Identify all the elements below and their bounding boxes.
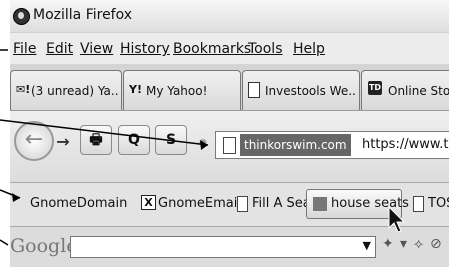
forward-arrow-icon: →: [56, 132, 70, 151]
bookmark-gnomedomain[interactable]: GnomeDomain: [30, 196, 127, 211]
tab-investools[interactable]: Investools We...: [242, 70, 360, 110]
bookmark-gnomeemail[interactable]: GnomeEmail: [158, 196, 241, 211]
site-identity-button[interactable]: thinkorswim.com: [240, 134, 351, 156]
yahoo-icon: Y!: [129, 83, 142, 96]
navigation-toolbar: ← → 🖶 Q S ✹ thinkorswim.com https://www.…: [10, 110, 449, 183]
menu-file[interactable]: File: [13, 41, 36, 57]
document-icon: [413, 196, 424, 212]
firefox-window: Mozilla Firefox File Edit View History B…: [10, 0, 449, 267]
back-arrow-icon: ←: [24, 127, 44, 152]
search-button[interactable]: Q: [118, 125, 150, 155]
menu-tools[interactable]: Tools: [248, 41, 283, 57]
s-icon: S: [165, 132, 177, 148]
back-button[interactable]: ←: [14, 121, 54, 161]
url-bar[interactable]: thinkorswim.com https://www.think: [215, 131, 449, 159]
sparkle-icon[interactable]: ✦: [382, 236, 394, 252]
document-icon: [248, 82, 260, 98]
stumble-button[interactable]: S: [155, 125, 187, 155]
dropdown-icon[interactable]: ▾: [400, 236, 407, 252]
x-box-icon: X: [141, 195, 156, 210]
window-title: Mozilla Firefox: [33, 7, 133, 23]
diamond-icon[interactable]: ⟡: [414, 236, 423, 252]
house-icon: [313, 197, 327, 211]
firefox-icon: [13, 8, 30, 25]
google-toolbar: Google ▼ ✦ ▾ ⟡ ⊘: [10, 226, 449, 267]
menu-edit[interactable]: Edit: [46, 41, 73, 57]
bookmark-tos[interactable]: TOS: [428, 196, 449, 211]
tab-online-stock[interactable]: TD Online Stoc: [361, 70, 449, 110]
menu-view[interactable]: View: [80, 41, 113, 57]
loading-icon: ✹: [198, 136, 209, 150]
title-bar: Mozilla Firefox: [10, 0, 449, 32]
url-text: https://www.think: [362, 137, 449, 152]
block-icon[interactable]: ⊘: [430, 236, 442, 252]
search-icon: Q: [128, 132, 140, 148]
tab-label: My Yahoo!: [146, 84, 208, 98]
tab-yahoo-mail[interactable]: ✉! (3 unread) Ya...: [10, 70, 122, 110]
google-search-input[interactable]: ▼: [70, 236, 376, 258]
menu-bar: File Edit View History Bookmarks Tools H…: [10, 32, 449, 65]
document-icon: [237, 196, 248, 212]
menu-bookmarks[interactable]: Bookmarks: [173, 41, 251, 57]
menu-help[interactable]: Help: [293, 41, 325, 57]
forward-button[interactable]: →: [52, 131, 74, 153]
yahoo-mail-icon: ✉!: [16, 83, 31, 96]
mouse-cursor-icon: [388, 206, 406, 233]
print-button[interactable]: 🖶: [80, 125, 112, 155]
tab-label: (3 unread) Ya...: [31, 84, 119, 98]
tab-label: Investools We...: [265, 84, 357, 98]
menu-history[interactable]: History: [120, 41, 170, 57]
google-logo: Google: [10, 235, 78, 257]
chevron-down-icon[interactable]: ▼: [363, 239, 371, 252]
tab-my-yahoo[interactable]: Y! My Yahoo!: [123, 70, 241, 110]
td-icon: TD: [368, 81, 382, 95]
tab-label: Online Stoc: [388, 84, 449, 98]
page-icon: [223, 137, 236, 154]
tab-bar: ✉! (3 unread) Ya... Y! My Yahoo! Investo…: [10, 64, 449, 110]
bookmarks-toolbar: GnomeDomain X GnomeEmail Fill A Seat hou…: [10, 182, 449, 227]
printer-icon: 🖶: [89, 132, 103, 148]
